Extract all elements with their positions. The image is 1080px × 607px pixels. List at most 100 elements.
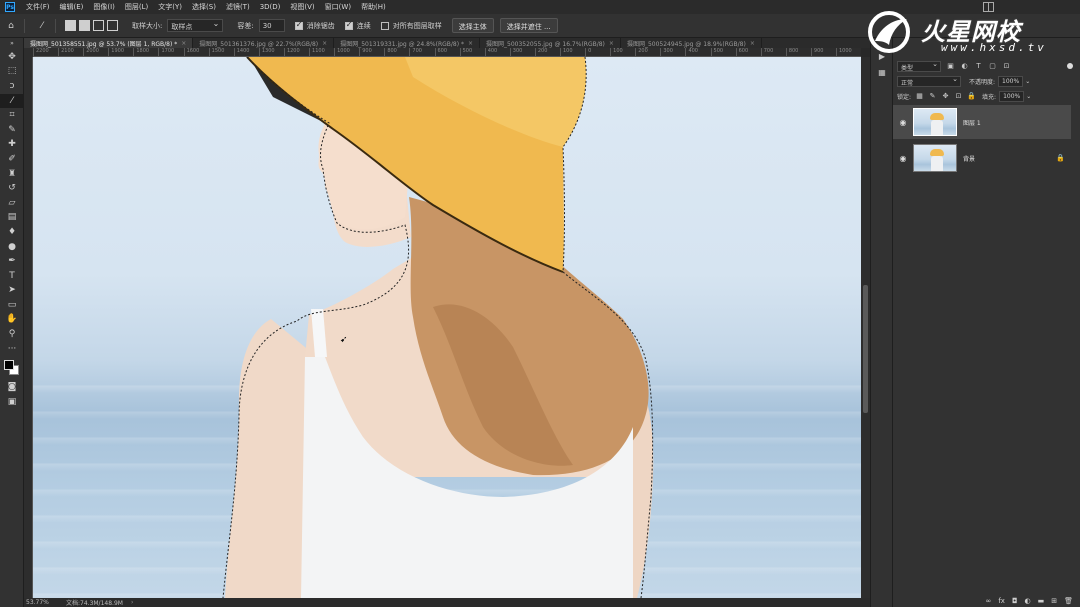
ruler-origin[interactable] [24, 48, 33, 57]
document-tab[interactable]: 摄图网_500524945.jpg @ 18.9%(RGB/8) × [620, 38, 762, 48]
scrollbar-thumb[interactable] [863, 285, 868, 413]
lasso-tool-icon[interactable]: ↄ [0, 79, 24, 94]
filter-smart-object-icon[interactable]: ⊡ [1002, 62, 1011, 71]
opacity-input[interactable]: 100% [998, 75, 1024, 87]
toolbar-collapse-icon[interactable]: » [0, 38, 24, 50]
chevron-down-icon[interactable]: ⌄ [1026, 93, 1031, 100]
filter-shape-icon[interactable]: ▢ [988, 62, 997, 71]
vertical-scrollbar[interactable] [861, 57, 870, 598]
document-tab[interactable]: 摄图网_501361376.jpg @ 22.7%(RGB/8) × [193, 38, 335, 48]
healing-brush-tool-icon[interactable]: ✚ [0, 138, 24, 153]
menu-image[interactable]: 图像(I) [88, 2, 120, 12]
close-icon[interactable]: × [322, 40, 327, 47]
filter-toggle-icon[interactable] [1067, 63, 1073, 69]
subtract-from-selection-mode-icon[interactable] [93, 20, 104, 31]
status-menu-arrow-icon[interactable]: › [131, 599, 133, 606]
close-icon[interactable]: × [181, 40, 186, 47]
menu-window[interactable]: 窗口(W) [320, 2, 356, 12]
lock-artboard-icon[interactable]: ⊡ [954, 92, 963, 101]
layer-name[interactable]: 背景 [963, 154, 975, 163]
gradient-tool-icon[interactable]: ▤ [0, 211, 24, 226]
lock-transparent-pixels-icon[interactable]: ▦ [915, 92, 924, 101]
magic-wand-tool-preset-icon[interactable]: ⁄ [35, 19, 49, 33]
layer-name[interactable]: 图层 1 [963, 118, 981, 127]
vertical-ruler[interactable] [24, 57, 33, 598]
clone-stamp-tool-icon[interactable]: ♜ [0, 167, 24, 182]
home-icon[interactable]: ⌂ [4, 19, 18, 33]
adjustment-layer-icon[interactable]: ◐ [1025, 597, 1031, 605]
tolerance-input[interactable]: 30 [258, 19, 285, 32]
menu-edit[interactable]: 编辑(E) [55, 2, 89, 12]
menu-help[interactable]: 帮助(H) [356, 2, 391, 12]
move-tool-icon[interactable]: ✥ [0, 50, 24, 65]
menu-filter[interactable]: 滤镜(T) [221, 2, 255, 12]
close-icon[interactable]: × [609, 40, 614, 47]
document-canvas[interactable]: ➹ [33, 57, 861, 598]
history-icon[interactable]: ▦ [871, 64, 893, 80]
lock-position-icon[interactable]: ✥ [941, 92, 950, 101]
layer-style-icon[interactable]: fx [998, 597, 1005, 605]
rectangle-tool-icon[interactable]: ▭ [0, 298, 24, 313]
layer-row-layer-1[interactable]: ◉ 图层 1 [893, 105, 1071, 139]
blend-mode-select[interactable]: 正常 [897, 75, 961, 87]
menu-layer[interactable]: 图层(L) [120, 2, 153, 12]
sample-all-layers-checkbox[interactable]: 对所有图层取样 [380, 21, 442, 31]
menu-3d[interactable]: 3D(D) [255, 3, 286, 11]
filter-pixel-icon[interactable]: ▣ [946, 62, 955, 71]
delete-layer-icon[interactable]: 🗑 [1064, 597, 1073, 605]
history-brush-tool-icon[interactable]: ↺ [0, 181, 24, 196]
close-icon[interactable]: × [468, 40, 473, 47]
menu-select[interactable]: 选择(S) [187, 2, 221, 12]
quick-mask-icon[interactable]: ◙ [0, 380, 24, 395]
new-group-icon[interactable]: ▬ [1038, 597, 1045, 605]
layer-filter-select[interactable]: 类型 [897, 60, 941, 72]
link-layers-icon[interactable]: ∞ [986, 597, 992, 605]
intersect-selection-mode-icon[interactable] [107, 20, 118, 31]
brush-tool-icon[interactable]: ✐ [0, 152, 24, 167]
filter-adjustment-icon[interactable]: ◐ [960, 62, 969, 71]
add-mask-icon[interactable]: ◘ [1012, 597, 1018, 605]
blur-tool-icon[interactable]: ♦ [0, 225, 24, 240]
layer-row-background[interactable]: ◉ 背景 🔒 [893, 141, 1071, 175]
menu-type[interactable]: 文字(Y) [153, 2, 187, 12]
pen-tool-icon[interactable]: ✒ [0, 254, 24, 269]
select-and-mask-button[interactable]: 选择并遮住 ... [499, 18, 558, 33]
eyedropper-tool-icon[interactable]: ✎ [0, 123, 24, 138]
marquee-tool-icon[interactable]: ⬚ [0, 65, 24, 80]
document-tab[interactable]: 摄图网_500352055.jpg @ 16.7%(RGB/8) × [480, 38, 621, 48]
color-swatches[interactable] [0, 356, 24, 380]
lock-image-pixels-icon[interactable]: ✎ [928, 92, 937, 101]
filter-type-icon[interactable]: T [974, 62, 983, 71]
photoshop-logo-icon[interactable]: Ps [5, 2, 15, 12]
foreground-color-swatch[interactable] [4, 360, 14, 371]
horizontal-ruler[interactable]: 2200 2100 2000 1900 1800 1700 1600 1500 1400 1300… [33, 48, 861, 57]
sample-size-select[interactable]: 取样点 [167, 19, 224, 32]
eraser-tool-icon[interactable]: ▱ [0, 196, 24, 211]
zoom-tool-icon[interactable]: ⚲ [0, 327, 24, 342]
dodge-tool-icon[interactable]: ● [0, 240, 24, 255]
crop-tool-icon[interactable]: ⌗ [0, 108, 24, 123]
zoom-level[interactable]: 53.77% [24, 599, 49, 606]
antialias-checkbox[interactable]: 消除锯齿 [294, 20, 335, 31]
document-tab[interactable]: 摄图网_501358551.jpg @ 53.7% (图层 1, RGB/8) … [24, 38, 194, 48]
contiguous-checkbox[interactable]: 连续 [344, 20, 371, 31]
menu-file[interactable]: 文件(F) [21, 2, 55, 12]
close-icon[interactable]: × [750, 40, 755, 47]
chevron-down-icon[interactable]: ⌄ [1025, 78, 1030, 85]
hand-tool-icon[interactable]: ✋ [0, 313, 24, 328]
visibility-eye-icon[interactable]: ◉ [893, 118, 913, 127]
fill-input[interactable]: 100% [999, 90, 1025, 102]
new-selection-mode-icon[interactable] [65, 20, 76, 31]
select-subject-button[interactable]: 选择主体 [451, 18, 494, 33]
screen-mode-icon[interactable]: ▣ [0, 395, 24, 410]
menu-view[interactable]: 视图(V) [285, 2, 319, 12]
visibility-eye-icon[interactable]: ◉ [893, 154, 913, 163]
lock-all-icon[interactable]: 🔒 [967, 92, 976, 101]
add-to-selection-mode-icon[interactable] [79, 20, 90, 31]
new-layer-icon[interactable]: ⊞ [1051, 597, 1057, 605]
type-tool-icon[interactable]: T [0, 269, 24, 284]
document-tab[interactable]: 摄图网_501319331.jpg @ 24.8%(RGB/8) * × [334, 38, 481, 48]
path-selection-tool-icon[interactable]: ➤ [0, 284, 24, 299]
magic-wand-tool-icon[interactable]: ⁄ [0, 93, 24, 109]
more-tools-icon[interactable]: ··· [0, 342, 24, 357]
